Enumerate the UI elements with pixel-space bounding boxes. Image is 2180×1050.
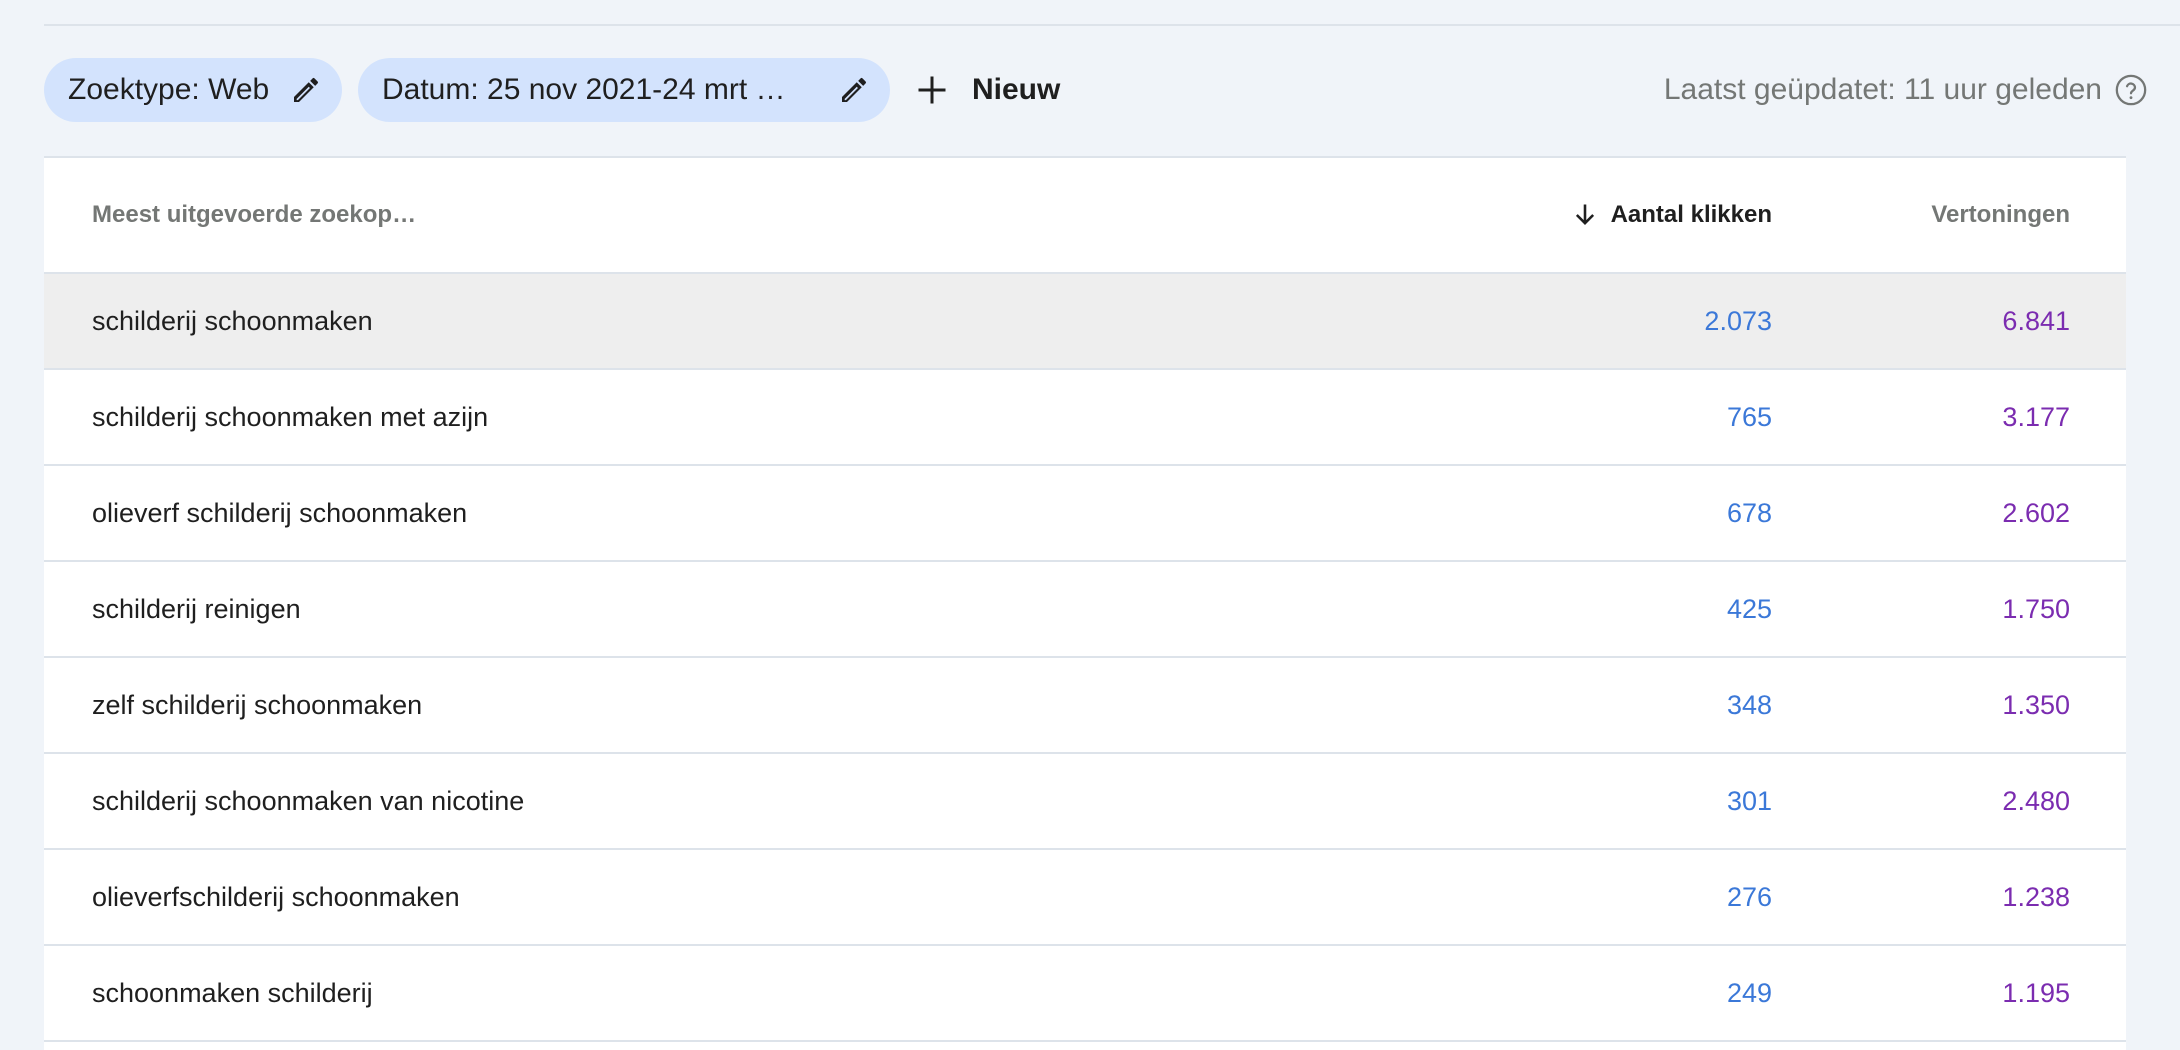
query-cell: olieverfschilderij schoonmaken (92, 881, 460, 912)
pencil-icon[interactable] (838, 74, 870, 106)
table-row[interactable]: olieverfschilderij schoonmaken 276 1.238 (44, 850, 2126, 946)
impressions-cell: 2.602 (2002, 497, 2070, 528)
table-row[interactable]: schilderij schoonmaken 2.073 6.841 (44, 274, 2126, 370)
clicks-cell: 765 (1726, 401, 1772, 432)
date-filter-chip[interactable]: Datum: 25 nov 2021-24 mrt … (358, 58, 890, 122)
query-cell: schilderij reinigen (92, 593, 301, 624)
queries-table: Meest uitgevoerde zoekop… Aantal klikken… (44, 156, 2126, 1050)
last-updated-text: Laatst geüpdatet: 11 uur geleden (1663, 73, 2102, 106)
table-row[interactable]: schilderij schoonmaken met azijn 765 3.1… (44, 370, 2126, 466)
table-row[interactable]: schilderij schoonmaken van nicotine 301 … (44, 754, 2126, 850)
column-header-clicks[interactable]: Aantal klikken (1571, 158, 1772, 272)
impressions-cell: 2.480 (2002, 785, 2070, 816)
table-row[interactable]: olieverf schilderij schoonmaken 678 2.60… (44, 466, 2126, 562)
arrow-down-icon (1575, 204, 1594, 225)
impressions-cell: 1.350 (2002, 689, 2070, 720)
query-cell: schilderij schoonmaken met azijn (92, 401, 489, 432)
table-row[interactable]: schilderij reinigen 425 1.750 (44, 562, 2126, 658)
filter-bar: Zoektype: Web Datum: 25 nov 2021-24 mrt … (44, 58, 2148, 124)
table-row[interactable]: schoonmaken schilderij 249 1.195 (44, 946, 2126, 1042)
clicks-cell: 2.073 (1704, 305, 1772, 336)
query-cell: zelf schilderij schoonmaken (92, 689, 423, 720)
help-circle-icon[interactable] (2114, 73, 2148, 107)
table-row[interactable]: zelf schilderij schoonmaken 348 1.350 (44, 658, 2126, 754)
clicks-cell: 249 (1726, 977, 1772, 1008)
impressions-cell: 1.195 (2002, 977, 2070, 1008)
query-cell: schilderij schoonmaken (92, 305, 373, 336)
clicks-cell: 301 (1726, 785, 1772, 816)
plus-icon (918, 76, 946, 104)
top-divider (44, 24, 2180, 26)
column-header-impressions[interactable]: Vertoningen (1931, 158, 2070, 272)
query-cell: schilderij schoonmaken van nicotine (92, 785, 525, 816)
impressions-cell: 1.750 (2002, 593, 2070, 624)
impressions-cell: 3.177 (2002, 401, 2070, 432)
impressions-cell: 6.841 (2002, 305, 2070, 336)
new-filter-button[interactable]: Nieuw (914, 58, 1060, 122)
column-header-clicks-label: Aantal klikken (1610, 201, 1772, 228)
clicks-cell: 678 (1726, 497, 1772, 528)
new-filter-label: Nieuw (972, 73, 1061, 106)
query-cell: olieverf schilderij schoonmaken (92, 497, 468, 528)
impressions-cell: 1.238 (2002, 881, 2070, 912)
clicks-cell: 276 (1726, 881, 1772, 912)
clicks-cell: 425 (1726, 593, 1772, 624)
column-header-query[interactable]: Meest uitgevoerde zoekop… (92, 158, 416, 272)
last-updated-status: Laatst geüpdatet: 11 uur geleden (1664, 58, 2148, 122)
table-header: Meest uitgevoerde zoekop… Aantal klikken… (44, 158, 2126, 274)
date-filter-label: Datum: 25 nov 2021-24 mrt … (382, 73, 786, 106)
query-cell: schoonmaken schilderij (92, 977, 373, 1008)
clicks-cell: 348 (1726, 689, 1772, 720)
search-type-filter-label: Zoektype: Web (68, 73, 270, 106)
search-type-filter-chip[interactable]: Zoektype: Web (44, 58, 342, 122)
pencil-icon[interactable] (290, 74, 322, 106)
